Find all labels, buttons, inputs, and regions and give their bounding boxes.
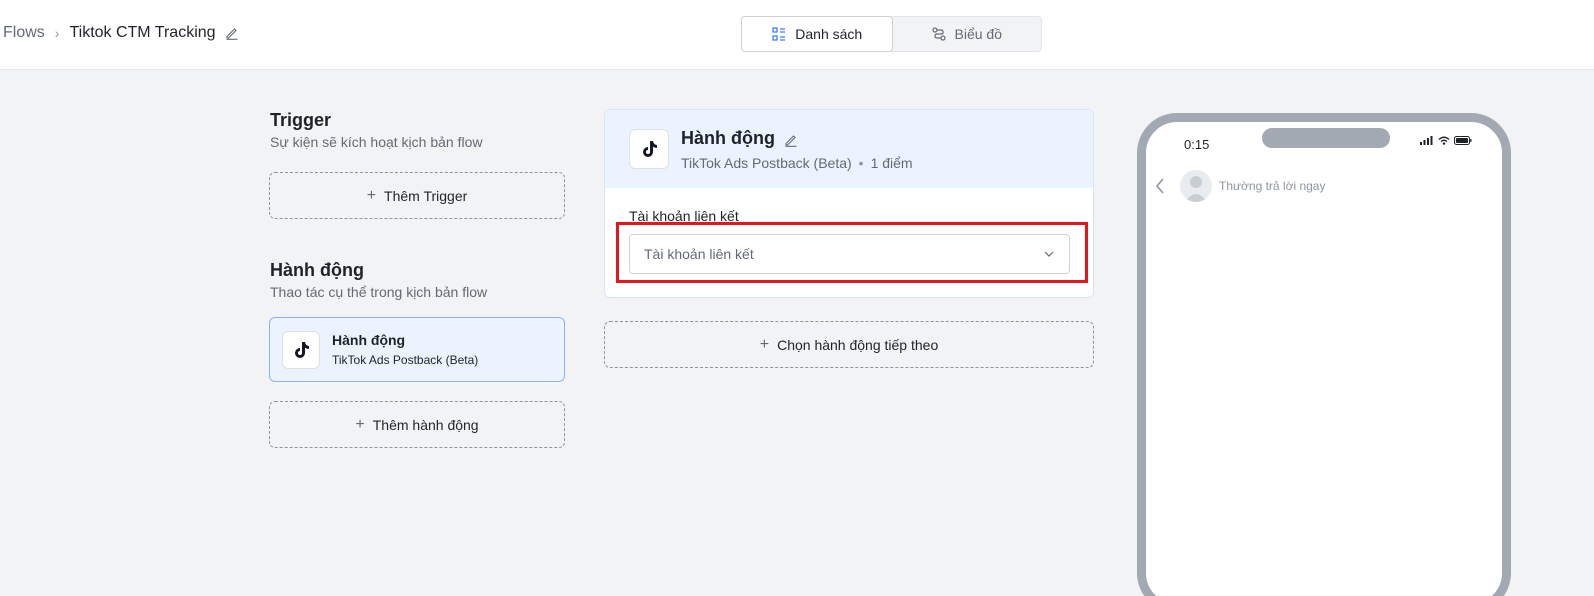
wifi-icon [1438,136,1450,145]
breadcrumb: Flows › Tiktok CTM Tracking [3,24,239,42]
edit-pencil-icon[interactable] [784,131,798,147]
next-action-button[interactable]: + Chọn hành động tiếp theo [604,321,1094,368]
plus-icon: + [355,415,365,433]
plus-icon: + [759,335,770,353]
chevron-down-icon [1044,251,1054,257]
signal-icon [1420,136,1433,145]
chat-status-text: Thường trả lời ngay [1219,179,1326,193]
action-points: 1 điểm [870,154,913,171]
linked-account-select[interactable]: Tài khoản liên kết [629,234,1070,274]
trigger-section-title: Trigger [270,110,332,130]
action-integration-name: TikTok Ads Postback (Beta) [681,154,852,171]
tab-list-label: Danh sách [795,26,863,42]
user-avatar-icon [1185,176,1207,202]
action-detail-header: Hành động TikTok Ads Postback (Beta) • 1… [605,110,1093,188]
action-item-tiktok[interactable]: Hành động TikTok Ads Postback (Beta) [269,317,565,382]
flow-diagram-icon [931,27,946,41]
trigger-section-subtitle: Sự kiện sẽ kích hoạt kịch bản flow [270,134,483,150]
phone-clock: 0:15 [1184,137,1210,152]
tiktok-icon [282,330,320,369]
add-trigger-button[interactable]: + Thêm Trigger [269,172,565,219]
avatar [1180,170,1212,202]
edit-pencil-icon[interactable] [225,26,239,40]
list-icon [772,27,786,41]
action-item-description: TikTok Ads Postback (Beta) [332,353,479,367]
tab-chart-label: Biểu đồ [954,26,1002,42]
add-action-button[interactable]: + Thêm hành động [269,401,565,448]
add-action-label: Thêm hành động [372,416,479,433]
chevron-right-icon: › [54,25,60,41]
tiktok-icon [629,129,669,169]
linked-account-placeholder: Tài khoản liên kết [644,246,754,262]
top-bar: Flows › Tiktok CTM Tracking Danh sách Bi… [0,0,1594,70]
view-toggle: Danh sách Biểu đồ [741,16,1042,52]
plus-icon: + [366,186,377,204]
phone-status-icons [1420,136,1472,145]
linked-account-label: Tài khoản liên kết [629,208,739,224]
separator-dot: • [858,154,864,171]
back-arrow-icon[interactable] [1154,177,1166,195]
actions-section-subtitle: Thao tác cụ thể trong kịch bản flow [270,284,488,300]
phone-preview: 0:15 Thường trả lời ngay [1137,113,1511,596]
battery-icon [1454,136,1472,145]
chat-header: Thường trả lời ngay [1154,170,1325,202]
breadcrumb-flows-link[interactable]: Flows [3,24,45,42]
phone-notch [1262,128,1390,148]
action-item-name: Hành động [332,332,406,348]
flow-title: Tiktok CTM Tracking [69,24,216,41]
tab-list-view[interactable]: Danh sách [741,16,893,52]
add-trigger-label: Thêm Trigger [384,187,468,204]
next-action-label: Chọn hành động tiếp theo [777,336,939,353]
actions-section-title: Hành động [270,260,364,280]
tab-chart-view[interactable]: Biểu đồ [892,17,1042,51]
action-detail-title: Hành động [681,127,775,148]
action-detail-panel: Hành động TikTok Ads Postback (Beta) • 1… [604,109,1094,298]
